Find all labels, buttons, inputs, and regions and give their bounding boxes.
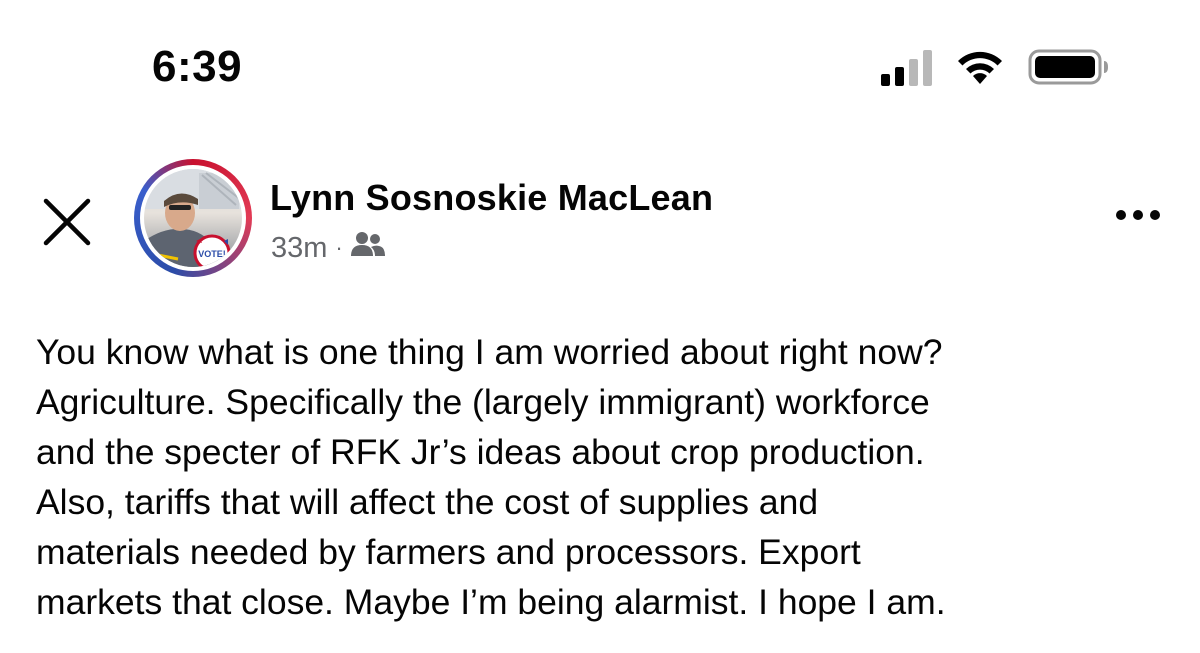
avatar[interactable]: VOTE! (134, 159, 252, 277)
profile-photo: VOTE! (144, 169, 242, 267)
meta-separator: · (335, 235, 343, 260)
close-button[interactable] (40, 195, 94, 249)
status-time: 6:39 (152, 42, 243, 91)
close-icon (43, 198, 91, 246)
more-options-button[interactable] (1116, 210, 1160, 220)
author-name[interactable]: Lynn Sosnoskie MacLean (270, 177, 713, 219)
cellular-signal-icon (881, 48, 932, 86)
status-icons (881, 48, 1110, 86)
friends-icon[interactable] (350, 230, 385, 266)
post-meta: 33m · (271, 230, 385, 266)
post-line: materials needed by farmers and processo… (36, 532, 861, 572)
wifi-icon (954, 48, 1006, 86)
post-line: markets that close. Maybe I’m being alar… (36, 582, 946, 622)
post-timestamp[interactable]: 33m (271, 232, 327, 265)
more-options-icon (1116, 210, 1126, 220)
battery-icon (1028, 48, 1110, 86)
post-line: Agriculture. Specifically the (largely i… (36, 382, 930, 422)
post-line: and the specter of RFK Jr’s ideas about … (36, 432, 925, 472)
post-line: You know what is one thing I am worried … (36, 332, 943, 372)
svg-text:VOTE!: VOTE! (198, 249, 226, 259)
post-text: You know what is one thing I am worried … (36, 327, 1176, 627)
post-line: Also, tariffs that will affect the cost … (36, 482, 819, 522)
